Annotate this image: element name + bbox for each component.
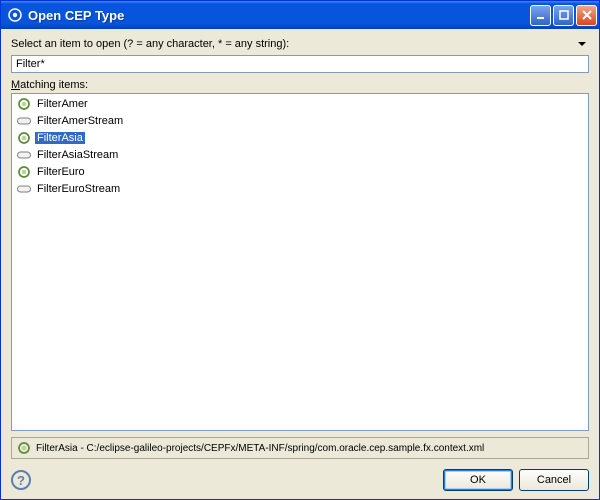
- menu-dropdown-icon[interactable]: [575, 37, 589, 51]
- matching-items-label: Matching items:: [11, 79, 589, 91]
- maximize-button[interactable]: [553, 5, 574, 26]
- processor-icon: [16, 96, 32, 112]
- titlebar: Open CEP Type: [1, 1, 599, 29]
- button-row: ? OK Cancel: [11, 469, 589, 491]
- list-item-label: FilterAmer: [35, 98, 90, 110]
- window-title: Open CEP Type: [28, 8, 530, 23]
- list-item[interactable]: FilterAsiaStream: [13, 146, 587, 163]
- status-bar: FilterAsia - C:/eclipse-galileo-projects…: [11, 437, 589, 459]
- list-item[interactable]: FilterEuro: [13, 163, 587, 180]
- matching-items-list[interactable]: FilterAmer FilterAmerStream FilterAsia Filt…: [11, 93, 589, 431]
- cancel-button[interactable]: Cancel: [519, 469, 589, 491]
- list-item[interactable]: FilterEuroStream: [13, 180, 587, 197]
- list-item-label: FilterEuro: [35, 166, 87, 178]
- matching-mnemonic: M: [11, 79, 20, 91]
- prompt-row: Select an item to open (? = any characte…: [11, 37, 589, 51]
- close-button[interactable]: [576, 5, 597, 26]
- app-icon: [7, 7, 23, 23]
- list-item-label: FilterAsiaStream: [35, 149, 120, 161]
- dialog-window: Open CEP Type Select an item to open (? …: [0, 0, 600, 500]
- prompt-label: Select an item to open (? = any characte…: [11, 38, 575, 50]
- processor-icon: [16, 130, 32, 146]
- list-item-label: FilterEuroStream: [35, 183, 122, 195]
- list-item[interactable]: FilterAmer: [13, 95, 587, 112]
- search-input[interactable]: [11, 55, 589, 73]
- matching-label-rest: atching items:: [20, 79, 88, 91]
- stream-icon: [16, 181, 32, 197]
- stream-icon: [16, 147, 32, 163]
- dialog-content: Select an item to open (? = any characte…: [1, 29, 599, 499]
- list-item-label: FilterAmerStream: [35, 115, 125, 127]
- minimize-button[interactable]: [530, 5, 551, 26]
- status-text: FilterAsia - C:/eclipse-galileo-projects…: [36, 443, 484, 454]
- stream-icon: [16, 113, 32, 129]
- ok-button[interactable]: OK: [443, 469, 513, 491]
- help-icon[interactable]: ?: [11, 470, 31, 490]
- processor-icon: [16, 164, 32, 180]
- list-item[interactable]: FilterAmerStream: [13, 112, 587, 129]
- list-item-label: FilterAsia: [35, 132, 85, 144]
- status-icon: [16, 440, 32, 456]
- titlebar-buttons: [530, 5, 597, 26]
- list-item[interactable]: FilterAsia: [13, 129, 587, 146]
